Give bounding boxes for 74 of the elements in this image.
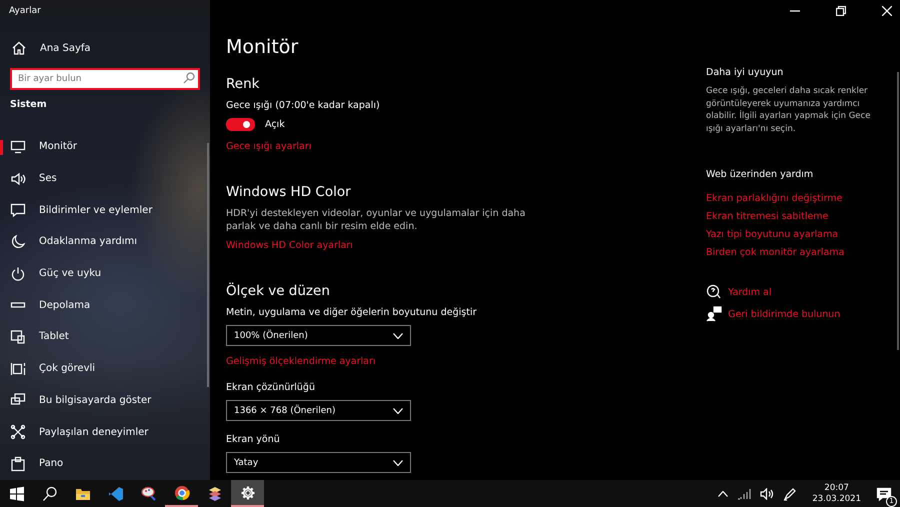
description: HDR'yi destekleyen videolar, oyunlar ve uygulamalar için daha parlak ve daha canlı bir resim elde edin. [226,208,526,233]
field-label: Ekran çözünürlüğü [226,381,316,395]
scrollbar[interactable] [897,72,899,350]
restore-icon[interactable] [836,6,846,16]
chevron-down-icon [393,408,403,414]
code-editor-icon [108,486,124,502]
section-heading: Windows HD Color [226,183,352,202]
sidebar-item[interactable]: Pano [0,448,210,480]
tablet-icon [10,328,26,345]
search-icon [42,486,58,502]
help-link[interactable]: Birden çok monitör ayarlama [706,244,900,262]
close-icon[interactable] [882,6,892,16]
window-title: Ayarlar [9,6,41,16]
monitor-icon [10,138,26,155]
moon-icon [10,234,26,250]
help-link[interactable]: Ekran parlaklığını değiştirme [706,190,900,208]
section-heading: Renk [226,75,260,94]
settings-link[interactable]: Gece ışığı ayarları [226,140,312,154]
sidebar-item[interactable]: Ses [0,162,210,194]
dropdown[interactable]: 100% (Önerilen) [226,325,411,346]
clipboard-icon [10,456,26,472]
speech-bubble-icon [10,202,26,218]
tip-text: Gece ışığı, geceleri daha sıcak renkler görüntüleyerek uyumanıza yardımcı olabilir. İlgili ayarları yapmak için Gece ışığı ayarları'nı seçin. [706,85,872,135]
dropdown[interactable]: Yatay [226,452,411,473]
chat-help-icon [706,284,722,300]
field-label: Gece ışığı (07:00'e kadar kapalı) [226,99,381,113]
sidebar-item[interactable]: Odaklanma yardımı [0,226,210,258]
dropdown[interactable]: 1366 × 768 (Önerilen) [226,400,411,421]
search-icon [183,72,195,84]
help-link[interactable]: Yardım al [728,286,772,298]
pen-icon[interactable] [783,486,798,500]
notification-icon[interactable] [876,486,892,502]
scrollbar[interactable] [207,143,209,387]
sidebar-item[interactable]: Depolama [0,289,210,322]
clock[interactable]: 20:07 23.03.2021 [812,482,861,504]
settings-link[interactable]: Windows HD Color ayarları [226,239,353,253]
home-link[interactable]: Ana Sayfa [40,42,91,54]
page-title: Monitör [226,35,300,60]
section-heading: Ölçek ve düzen [226,282,331,301]
sidebar-item[interactable]: Paylaşılan deneyimler [0,416,210,448]
home-icon[interactable] [11,40,27,56]
browser-icon [174,484,190,500]
chevron-down-icon [393,460,403,466]
search-field[interactable]: Bir ayar bulun [10,68,200,90]
sidebar-item[interactable]: Monitör [0,131,210,163]
share-icon [10,424,26,440]
settings-link[interactable]: Gelişmiş ölçeklendirme ayarları [226,355,376,369]
chevron-up-icon[interactable] [718,490,728,496]
field-label: Ekran yönü [226,433,281,447]
sidebar-item[interactable]: Güç ve uyku [0,258,210,290]
gear-icon [240,484,256,500]
section-title: Sistem [10,99,48,112]
multitask-icon [10,360,26,377]
sidebar-item[interactable]: Bu bilgisayarda göster [0,384,210,416]
sidebar-item[interactable]: Çok görevli [0,352,210,384]
feedback-icon [706,306,722,322]
help-link[interactable]: Ekran titremesi sabitleme [706,208,900,226]
side-heading: Daha iyi uyuyun [706,66,784,80]
power-icon [10,266,26,282]
sidebar-item[interactable]: Bildirimler ve eylemler [0,194,210,226]
side-heading: Web üzerinden yardım [706,168,814,182]
layers-icon [206,486,222,502]
help-link[interactable]: Yazı tipi boyutunu ayarlama [706,226,900,244]
help-link[interactable]: Geri bildirimde bulunun [728,308,840,320]
speaker-icon [10,170,26,187]
toggle-switch[interactable] [226,118,255,131]
taskbar-button[interactable] [231,480,264,507]
palette-icon [140,486,156,502]
field-label: Metin, uygulama ve diğer öğelerin boyutunu değiştir [226,306,478,320]
speaker-icon[interactable] [760,488,774,500]
chevron-down-icon [393,332,403,338]
windows-logo-icon [8,486,24,502]
toggle-label: Açık [265,119,285,130]
sidebar-item[interactable]: Tablet [0,321,210,353]
